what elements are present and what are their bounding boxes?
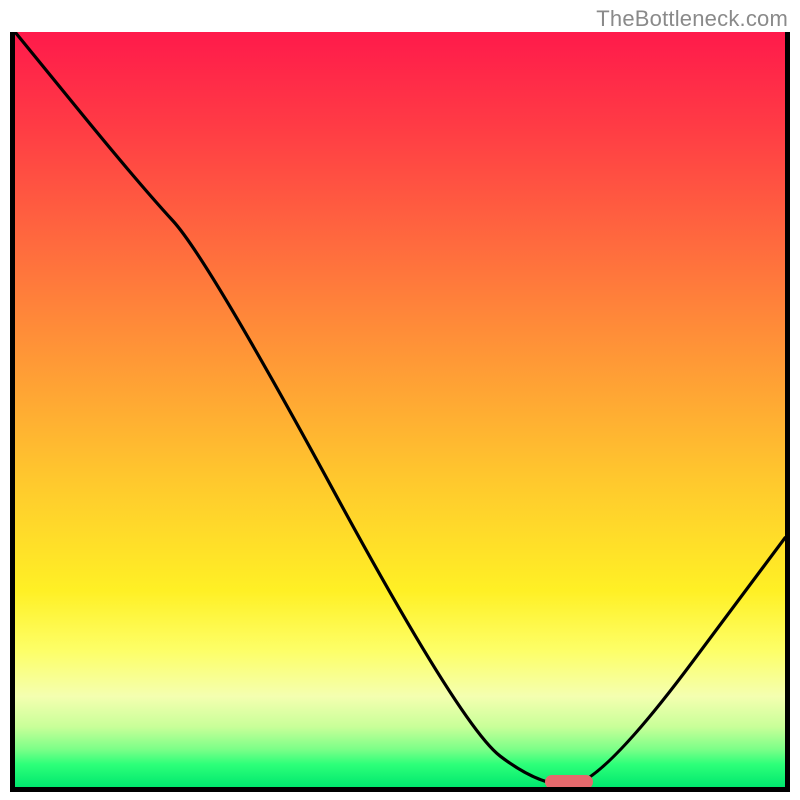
bottleneck-curve-path — [15, 32, 785, 785]
optimal-marker — [545, 775, 593, 789]
watermark-text: TheBottleneck.com — [596, 6, 788, 32]
chart-frame — [10, 32, 790, 792]
bottleneck-curve — [15, 32, 785, 787]
